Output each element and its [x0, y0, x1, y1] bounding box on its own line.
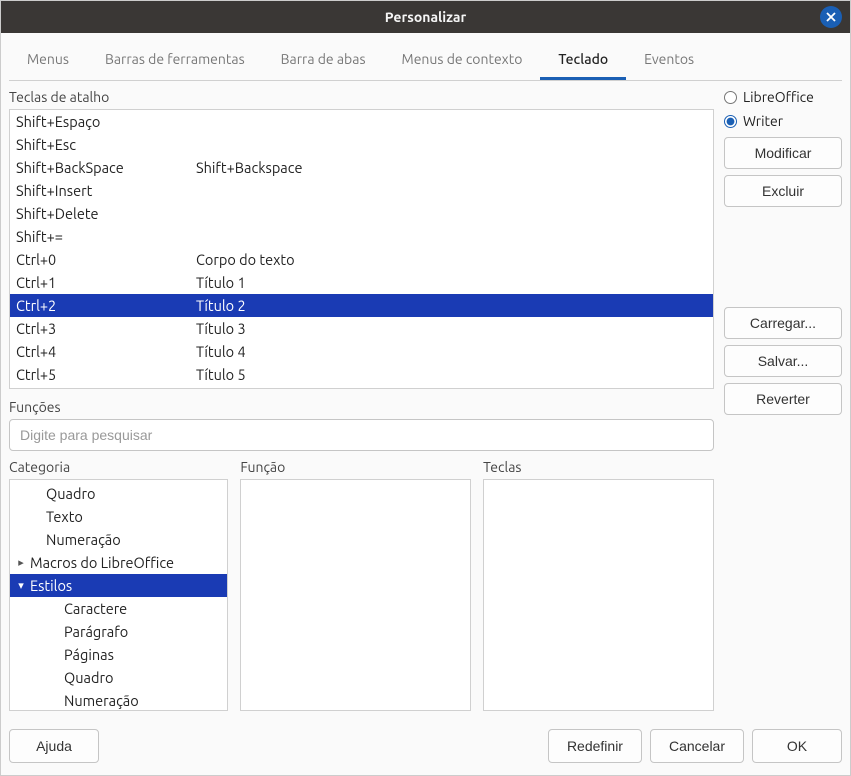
shortcuts-label: Teclas de atalho	[9, 89, 714, 105]
shortcut-function	[196, 228, 707, 245]
shortcut-function: Título 4	[196, 343, 707, 360]
load-button[interactable]: Carregar...	[724, 307, 842, 339]
function-list[interactable]	[240, 479, 471, 711]
shortcut-function	[196, 113, 707, 130]
tab-bar: Menus Barras de ferramentas Barra de aba…	[9, 41, 842, 81]
category-label: Numeração	[46, 531, 121, 548]
category-label: Categoria	[9, 459, 228, 475]
keys-label: Teclas	[483, 459, 714, 475]
shortcut-function: Título 3	[196, 320, 707, 337]
modify-button[interactable]: Modificar	[724, 137, 842, 169]
scope-writer[interactable]: Writer	[724, 113, 842, 129]
category-list[interactable]: Quadro Texto Numeração ▸ Macros do LibreOffi…	[9, 479, 228, 711]
shortcut-row[interactable]: Shift+Esc	[10, 133, 713, 156]
save-button[interactable]: Salvar...	[724, 345, 842, 377]
help-button[interactable]: Ajuda	[9, 729, 99, 763]
category-label: Páginas	[64, 646, 114, 663]
shortcut-row[interactable]: Ctrl+5Título 5	[10, 363, 713, 386]
cancel-button[interactable]: Cancelar	[650, 729, 744, 763]
search-input[interactable]	[9, 419, 714, 451]
chevron-right-icon: ▸	[16, 556, 26, 569]
shortcut-function: Título 1	[196, 274, 707, 291]
shortcut-function	[196, 205, 707, 222]
category-item[interactable]: Parágrafo	[10, 620, 227, 643]
category-item[interactable]: Caractere	[10, 597, 227, 620]
shortcut-row[interactable]: Shift+Delete	[10, 202, 713, 225]
shortcut-key: Shift+Delete	[16, 205, 196, 222]
category-label: Estilos	[30, 577, 72, 594]
scope-libreoffice[interactable]: LibreOffice	[724, 89, 842, 105]
category-item[interactable]: Texto	[10, 505, 227, 528]
category-item[interactable]: Páginas	[10, 643, 227, 666]
shortcut-key: Ctrl+1	[16, 274, 196, 291]
scope-libreoffice-radio[interactable]	[724, 91, 737, 104]
shortcut-function: Título 5	[196, 366, 707, 383]
tab-events[interactable]: Eventos	[626, 41, 712, 80]
shortcut-row[interactable]: Shift+BackSpaceShift+Backspace	[10, 156, 713, 179]
keys-list[interactable]	[483, 479, 714, 711]
category-item[interactable]: ▾ Estilos	[10, 574, 227, 597]
ok-button[interactable]: OK	[752, 729, 842, 763]
shortcut-row[interactable]: Shift+Insert	[10, 179, 713, 202]
tab-toolbars[interactable]: Barras de ferramentas	[87, 41, 263, 80]
shortcut-key: Shift+BackSpace	[16, 159, 196, 176]
shortcut-row[interactable]: Ctrl+1Título 1	[10, 271, 713, 294]
title-bar: Personalizar	[1, 1, 850, 33]
tab-context-menus[interactable]: Menus de contexto	[384, 41, 541, 80]
shortcut-key: Shift+Insert	[16, 182, 196, 199]
tab-menus[interactable]: Menus	[9, 41, 87, 80]
category-label: Quadro	[64, 669, 113, 686]
shortcut-function: Título 2	[196, 297, 707, 314]
close-button[interactable]	[820, 6, 842, 28]
chevron-down-icon: ▾	[16, 579, 26, 592]
shortcut-row[interactable]: Shift+Espaço	[10, 110, 713, 133]
tab-tabbar[interactable]: Barra de abas	[263, 41, 384, 80]
shortcut-key: Ctrl+2	[16, 297, 196, 314]
shortcut-key: Shift+Esc	[16, 136, 196, 153]
shortcut-row[interactable]: Ctrl+3Título 3	[10, 317, 713, 340]
shortcut-row[interactable]: Ctrl+0Corpo do texto	[10, 248, 713, 271]
shortcut-row[interactable]: Ctrl+4Título 4	[10, 340, 713, 363]
category-item[interactable]: Numeração	[10, 689, 227, 711]
shortcut-key: Shift+=	[16, 228, 196, 245]
category-label: Parágrafo	[64, 623, 128, 640]
category-item[interactable]: Quadro	[10, 666, 227, 689]
shortcut-function: Shift+Backspace	[196, 159, 707, 176]
shortcut-function: Corpo do texto	[196, 251, 707, 268]
category-label: Macros do LibreOffice	[30, 554, 174, 571]
shortcut-key: Ctrl+4	[16, 343, 196, 360]
shortcut-key: Ctrl+5	[16, 366, 196, 383]
function-label: Função	[240, 459, 471, 475]
delete-button[interactable]: Excluir	[724, 175, 842, 207]
window-title: Personalizar	[385, 9, 466, 25]
reset-button[interactable]: Redefinir	[548, 729, 642, 763]
shortcut-row[interactable]: Shift+=	[10, 225, 713, 248]
shortcut-key: Ctrl+0	[16, 251, 196, 268]
category-label: Quadro	[46, 485, 95, 502]
shortcut-key: Ctrl+3	[16, 320, 196, 337]
shortcut-function	[196, 136, 707, 153]
functions-label: Funções	[9, 399, 714, 415]
scope-libreoffice-label: LibreOffice	[743, 89, 814, 105]
category-label: Caractere	[64, 600, 127, 617]
scope-writer-radio[interactable]	[724, 115, 737, 128]
shortcut-list[interactable]: Shift+EspaçoShift+EscShift+BackSpaceShif…	[9, 109, 714, 389]
category-label: Texto	[46, 508, 83, 525]
revert-button[interactable]: Reverter	[724, 383, 842, 415]
category-label: Numeração	[64, 692, 139, 709]
shortcut-row[interactable]: Ctrl+2Título 2	[10, 294, 713, 317]
category-item[interactable]: ▸ Macros do LibreOffice	[10, 551, 227, 574]
tab-keyboard[interactable]: Teclado	[540, 41, 626, 80]
scope-writer-label: Writer	[743, 113, 783, 129]
category-item[interactable]: Numeração	[10, 528, 227, 551]
category-item[interactable]: Quadro	[10, 482, 227, 505]
shortcut-key: Shift+Espaço	[16, 113, 196, 130]
shortcut-function	[196, 182, 707, 199]
